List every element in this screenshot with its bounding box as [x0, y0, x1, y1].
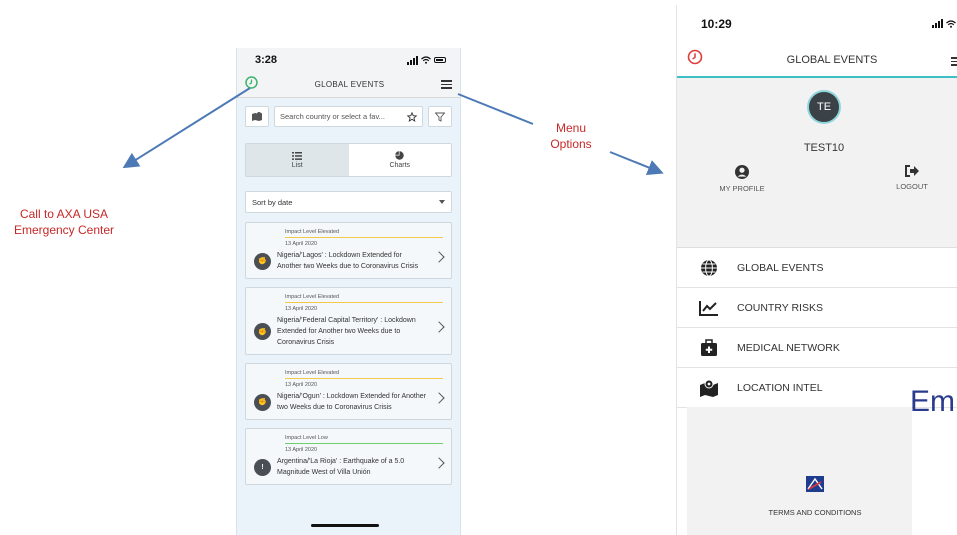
medical-kit-icon [699, 338, 719, 357]
globe-icon [699, 259, 719, 277]
emergency-call-icon[interactable] [687, 49, 703, 70]
event-date: 13 April 2020 [285, 306, 318, 312]
event-date: 13 April 2020 [285, 447, 318, 453]
menu-item-medical-network[interactable]: MEDICAL NETWORK [677, 328, 957, 368]
wifi-icon [946, 19, 956, 28]
unrest-icon: ✊ [254, 252, 271, 270]
signal-icon [932, 19, 943, 28]
tab-list[interactable]: List [246, 144, 349, 176]
logout-button[interactable]: LOGOUT [887, 164, 937, 191]
slide-canvas: Call to AXA USA Emergency Center Menu Op… [0, 0, 957, 535]
event-date: 13 April 2020 [285, 241, 318, 247]
app-header: GLOBAL EVENTS [677, 43, 957, 78]
alert-icon: ! [254, 458, 271, 476]
event-title: Nigeria/'Lagos' : Lockdown Extended for … [277, 252, 419, 270]
tab-list-label: List [291, 161, 303, 169]
favorite-star-icon[interactable] [407, 111, 417, 122]
username: TEST10 [803, 142, 845, 154]
status-bar: 10:29 [677, 5, 957, 43]
menu-item-global-events[interactable]: GLOBAL EVENTS [677, 248, 957, 288]
list-icon [292, 151, 303, 160]
tab-charts[interactable]: Charts [348, 144, 451, 176]
event-card[interactable]: Impact Level Elevated 13 April 2020 ✊ Ni… [245, 363, 452, 420]
profile-area: TE TEST10 MY PROFILE LOGOUT [677, 78, 957, 248]
search-box [274, 106, 423, 127]
menu-item-label: COUNTRY RISKS [737, 301, 823, 314]
status-icons [407, 55, 446, 65]
menu-phone-screen: 10:29 GLOBAL EVENTS TE TEST10 MY PROFILE [676, 5, 957, 535]
arrow-to-emergency-icon [122, 87, 251, 169]
status-time: 10:29 [701, 17, 732, 31]
arrow-from-menu-icon [457, 93, 534, 125]
emergency-call-icon[interactable] [245, 75, 258, 94]
axa-logo [806, 476, 824, 492]
filter-button[interactable] [428, 106, 452, 127]
logout-label: LOGOUT [896, 182, 928, 191]
status-icons [932, 19, 957, 28]
menu-options-annotation: Menu Options [550, 121, 592, 151]
event-card[interactable]: Impact Level Elevated 13 April 2020 ✊ Ni… [245, 287, 452, 355]
map-icon [252, 112, 262, 121]
search-row [237, 98, 460, 135]
background-text-fragment: Em [910, 385, 955, 418]
event-card[interactable]: Impact Level Low 13 April 2020 ! Argenti… [245, 428, 452, 485]
my-profile-label: MY PROFILE [719, 184, 765, 193]
my-profile-button[interactable]: MY PROFILE [717, 164, 767, 193]
arrow-to-menu-screen [609, 151, 664, 175]
avatar: TE [807, 90, 841, 124]
view-toggle: List Charts [245, 143, 452, 177]
sort-dropdown[interactable]: Sort by date [245, 191, 452, 213]
menu-item-label: GLOBAL EVENTS [737, 261, 824, 274]
event-card[interactable]: Impact Level Elevated 13 April 2020 ✊ Ni… [245, 222, 452, 279]
logout-icon [905, 165, 919, 177]
unrest-icon: ✊ [254, 393, 271, 411]
event-list-phone-screen: 3:28 GLOBAL EVENTS Search country or sel… [236, 48, 461, 535]
page-title: GLOBAL EVENTS [786, 53, 878, 66]
signal-icon [407, 55, 418, 65]
filter-icon [435, 112, 445, 122]
chart-line-icon [699, 299, 719, 317]
event-list: Impact Level Elevated 13 April 2020 ✊ Ni… [245, 222, 452, 485]
event-date: 13 April 2020 [285, 382, 318, 388]
home-indicator [311, 524, 379, 527]
hamburger-menu-icon[interactable] [440, 80, 452, 89]
map-view-button[interactable] [245, 106, 269, 127]
event-title: Argentina/'La Rioja' : Earthquake of a 5… [277, 458, 405, 476]
status-bar: 3:28 [237, 48, 460, 72]
event-impact-level: Impact Level Elevated [285, 370, 443, 379]
terms-and-conditions-link[interactable]: TERMS AND CONDITIONS [735, 508, 895, 517]
event-impact-level: Impact Level Elevated [285, 294, 443, 303]
event-title: Nigeria/'Federal Capital Territory' : Lo… [277, 317, 416, 346]
emergency-center-annotation: Call to AXA USA Emergency Center [13, 207, 115, 237]
app-header: GLOBAL EVENTS [237, 72, 460, 98]
event-title: Nigeria/'Ogun' : Lockdown Extended for A… [277, 393, 426, 411]
search-input[interactable] [280, 112, 390, 121]
menu-item-country-risks[interactable]: COUNTRY RISKS [677, 288, 957, 328]
user-icon [735, 165, 749, 179]
map-pin-icon [699, 379, 719, 397]
chevron-down-icon [439, 200, 445, 204]
wifi-icon [421, 56, 431, 64]
event-impact-level: Impact Level Low [285, 435, 443, 444]
event-impact-level: Impact Level Elevated [285, 229, 443, 238]
hamburger-menu-icon[interactable] [951, 57, 957, 66]
page-title: GLOBAL EVENTS [314, 80, 385, 89]
menu-list: GLOBAL EVENTS COUNTRY RISKS MEDICAL NETW… [677, 248, 957, 408]
battery-icon [434, 57, 446, 63]
menu-item-label: MEDICAL NETWORK [737, 341, 840, 354]
tab-charts-label: Charts [389, 162, 411, 169]
menu-item-label: LOCATION INTEL [737, 381, 823, 394]
status-time: 3:28 [255, 54, 278, 66]
pie-chart-icon [395, 151, 404, 160]
unrest-icon: ✊ [254, 323, 271, 340]
sort-dropdown-value: Sort by date [252, 197, 293, 207]
